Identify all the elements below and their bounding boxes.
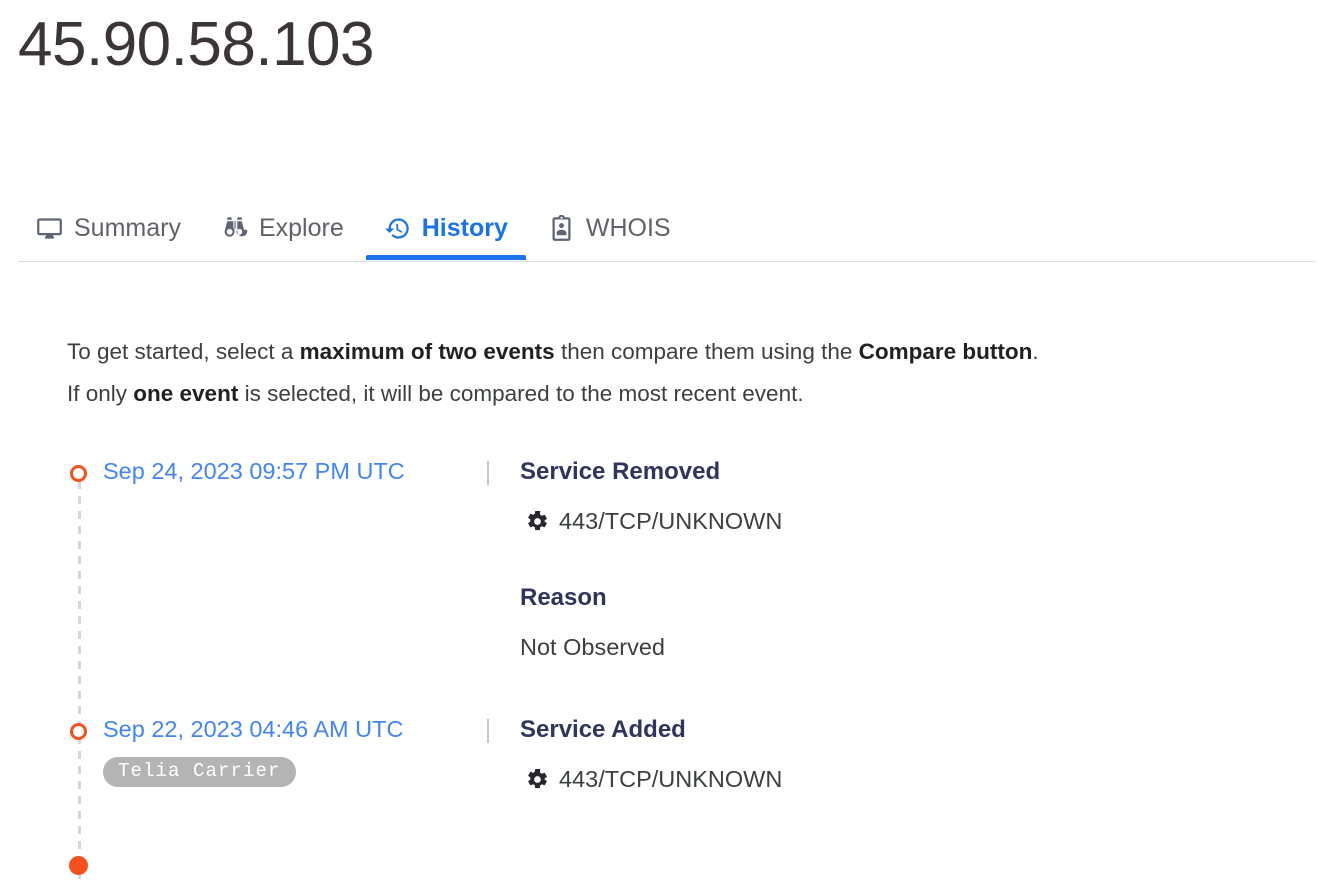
- gear-icon: [526, 510, 549, 533]
- tab-summary-label: Summary: [74, 214, 181, 243]
- tab-list: Summary Explore History: [18, 196, 693, 260]
- tab-whois-label: WHOIS: [586, 214, 671, 243]
- tab-summary[interactable]: Summary: [18, 196, 203, 260]
- event-service-text: 443/TCP/UNKNOWN: [559, 508, 782, 535]
- event-separator: [487, 461, 489, 485]
- gear-icon: [526, 768, 549, 791]
- event-right-column: Service Added 443/TCP/UNKNOWN: [520, 715, 782, 793]
- event-date[interactable]: Sep 22, 2023 04:46 AM UTC: [103, 715, 403, 743]
- instructions-line-2: If only one event is selected, it will b…: [67, 373, 1297, 415]
- instructions-l2-p2: is selected, it will be compared to the …: [238, 381, 803, 406]
- event-select-marker[interactable]: [70, 723, 87, 740]
- instructions-line-1: To get started, select a maximum of two …: [67, 331, 1297, 373]
- event-reason-value: Not Observed: [520, 634, 782, 661]
- timeline-end-dot: [69, 856, 88, 875]
- page-title: 45.90.58.103: [18, 8, 374, 82]
- tabbar: Summary Explore History: [0, 196, 1334, 262]
- binoculars-icon: [221, 215, 248, 242]
- history-restore-icon: [384, 215, 411, 242]
- event-left-column: Sep 24, 2023 09:57 PM UTC: [103, 457, 405, 485]
- instructions-l2-bold1: one event: [133, 381, 238, 406]
- instructions-text: To get started, select a maximum of two …: [67, 331, 1297, 415]
- event-reason-label: Reason: [520, 584, 782, 612]
- event-right-column: Service Removed 443/TCP/UNKNOWN Reason N…: [520, 457, 782, 661]
- monitor-icon: [36, 215, 63, 242]
- tab-explore-indicator: [203, 255, 362, 260]
- instructions-l1-p3: .: [1032, 339, 1038, 364]
- tab-summary-indicator: [18, 255, 199, 260]
- tab-history-indicator: [366, 255, 526, 260]
- tab-whois-indicator: [530, 255, 689, 260]
- instructions-l2-p1: If only: [67, 381, 133, 406]
- event-date[interactable]: Sep 24, 2023 09:57 PM UTC: [103, 457, 405, 485]
- event-service-row: 443/TCP/UNKNOWN: [520, 766, 782, 793]
- event-separator: [487, 719, 489, 743]
- instructions-l1-p1: To get started, select a: [67, 339, 300, 364]
- event-left-column: Sep 22, 2023 04:46 AM UTC Telia Carrier: [103, 715, 403, 787]
- event-carrier-badge: Telia Carrier: [103, 757, 296, 787]
- timeline-rail: [78, 466, 81, 880]
- event-select-marker[interactable]: [70, 465, 87, 482]
- tabbar-divider: [18, 261, 1316, 262]
- instructions-l1-p2: then compare them using the: [555, 339, 859, 364]
- instructions-l1-bold1: maximum of two events: [300, 339, 555, 364]
- instructions-l1-bold2: Compare button: [859, 339, 1033, 364]
- tab-history[interactable]: History: [366, 196, 530, 260]
- tab-whois[interactable]: WHOIS: [530, 196, 693, 260]
- tab-explore[interactable]: Explore: [203, 196, 366, 260]
- tab-explore-label: Explore: [259, 214, 344, 243]
- event-service-text: 443/TCP/UNKNOWN: [559, 766, 782, 793]
- event-service-row: 443/TCP/UNKNOWN: [520, 508, 782, 535]
- event-title: Service Removed: [520, 457, 782, 487]
- event-reason-block: Reason Not Observed: [520, 584, 782, 661]
- event-title: Service Added: [520, 715, 782, 745]
- contact-card-icon: [548, 215, 575, 242]
- tab-history-label: History: [422, 214, 508, 243]
